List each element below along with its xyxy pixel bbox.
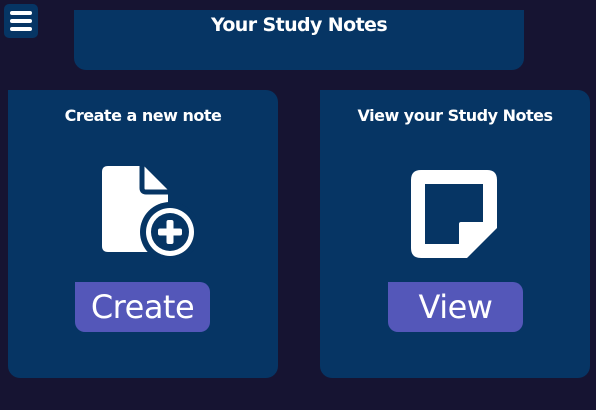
create-card-title: Create a new note: [64, 106, 222, 125]
header-banner: Your Study Notes: [74, 10, 524, 70]
create-button[interactable]: Create: [75, 282, 210, 332]
view-notes-card: View your Study Notes View: [320, 90, 590, 378]
view-card-title: View your Study Notes: [357, 106, 553, 125]
file-add-icon: [102, 166, 198, 262]
sticky-note-icon: [411, 170, 497, 258]
view-button[interactable]: View: [388, 282, 523, 332]
create-note-card: Create a new note Create: [8, 90, 278, 378]
hamburger-menu-icon: [10, 11, 32, 31]
menu-button[interactable]: [4, 4, 38, 38]
page-title: Your Study Notes: [210, 14, 388, 36]
